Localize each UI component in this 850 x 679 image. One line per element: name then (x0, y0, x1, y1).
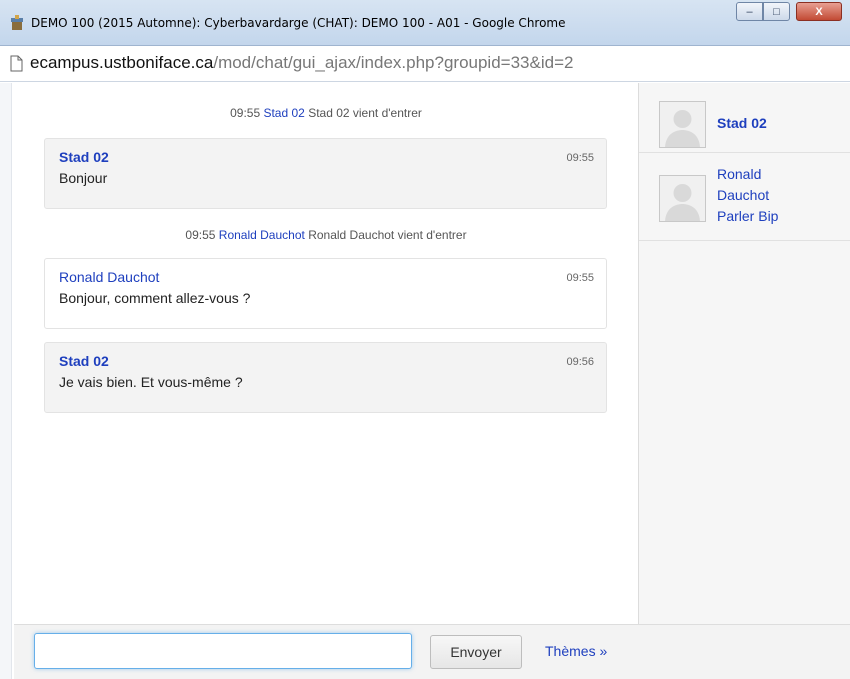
message-author: Stad 02 (59, 149, 109, 165)
message-author: Stad 02 (59, 353, 109, 369)
system-message: 09:55 Stad 02 Stad 02 vient d'entrer (14, 106, 638, 120)
message-time: 09:55 (566, 152, 594, 164)
chat-message: Stad 02 09:56 Je vais bien. Et vous-même… (44, 342, 607, 413)
user-list-item: Ronald Dauchot Parler Bip (639, 153, 850, 241)
composer-bar: Envoyer Thèmes » (14, 624, 850, 679)
event-time: 09:55 (230, 106, 261, 120)
url-text[interactable]: ecampus.ustboniface.ca/mod/chat/gui_ajax… (30, 53, 573, 73)
message-author: Ronald Dauchot (59, 269, 160, 285)
message-input[interactable] (34, 633, 412, 669)
event-user-link[interactable]: Ronald Dauchot (219, 228, 305, 242)
close-button[interactable]: X (796, 2, 842, 21)
window-left-edge (0, 83, 12, 679)
user-details: Ronald Dauchot Parler Bip (717, 164, 778, 227)
window-titlebar: DEMO 100 (2015 Automne): Cyberbavardarge… (0, 0, 850, 46)
minimize-button[interactable]: – (736, 2, 763, 21)
maximize-button[interactable]: □ (763, 2, 790, 21)
default-avatar-icon (660, 102, 705, 147)
event-user-link[interactable]: Stad 02 (263, 106, 304, 120)
user-name-link[interactable]: Stad 02 (717, 113, 767, 134)
message-time: 09:55 (566, 272, 594, 284)
themes-link[interactable]: Thèmes » (545, 643, 607, 659)
url-host: ecampus.ustboniface.ca (30, 53, 214, 72)
user-avatar[interactable] (659, 101, 706, 148)
user-avatar[interactable] (659, 175, 706, 222)
chat-messages-panel: 09:55 Stad 02 Stad 02 vient d'entrer Sta… (14, 83, 638, 624)
moodle-favicon-icon (11, 15, 23, 30)
page-icon (10, 55, 23, 72)
message-text: Bonjour, comment allez-vous ? (59, 290, 251, 306)
beep-link[interactable]: Parler Bip (717, 206, 778, 227)
address-bar[interactable]: ecampus.ustboniface.ca/mod/chat/gui_ajax… (0, 46, 850, 82)
chat-message: Ronald Dauchot 09:55 Bonjour, comment al… (44, 258, 607, 329)
user-name-link[interactable]: Dauchot (717, 185, 778, 206)
send-button[interactable]: Envoyer (430, 635, 522, 669)
window-controls: – □ X (736, 2, 842, 22)
default-avatar-icon (660, 176, 705, 221)
user-list-item: Stad 02 (639, 83, 850, 153)
event-time: 09:55 (185, 228, 216, 242)
user-name-link[interactable]: Ronald (717, 164, 778, 185)
message-time: 09:56 (566, 356, 594, 368)
message-text: Je vais bien. Et vous-même ? (59, 374, 243, 390)
window-title: DEMO 100 (2015 Automne): Cyberbavardarge… (31, 16, 566, 30)
url-path: /mod/chat/gui_ajax/index.php?groupid=33&… (213, 53, 574, 72)
chat-message: Stad 02 09:55 Bonjour (44, 138, 607, 209)
event-text: Stad 02 vient d'entrer (308, 106, 422, 120)
message-text: Bonjour (59, 170, 108, 186)
users-panel: Stad 02 Ronald Dauchot Parler Bip (638, 83, 850, 624)
event-text: Ronald Dauchot vient d'entrer (308, 228, 467, 242)
system-message: 09:55 Ronald Dauchot Ronald Dauchot vien… (14, 228, 638, 242)
